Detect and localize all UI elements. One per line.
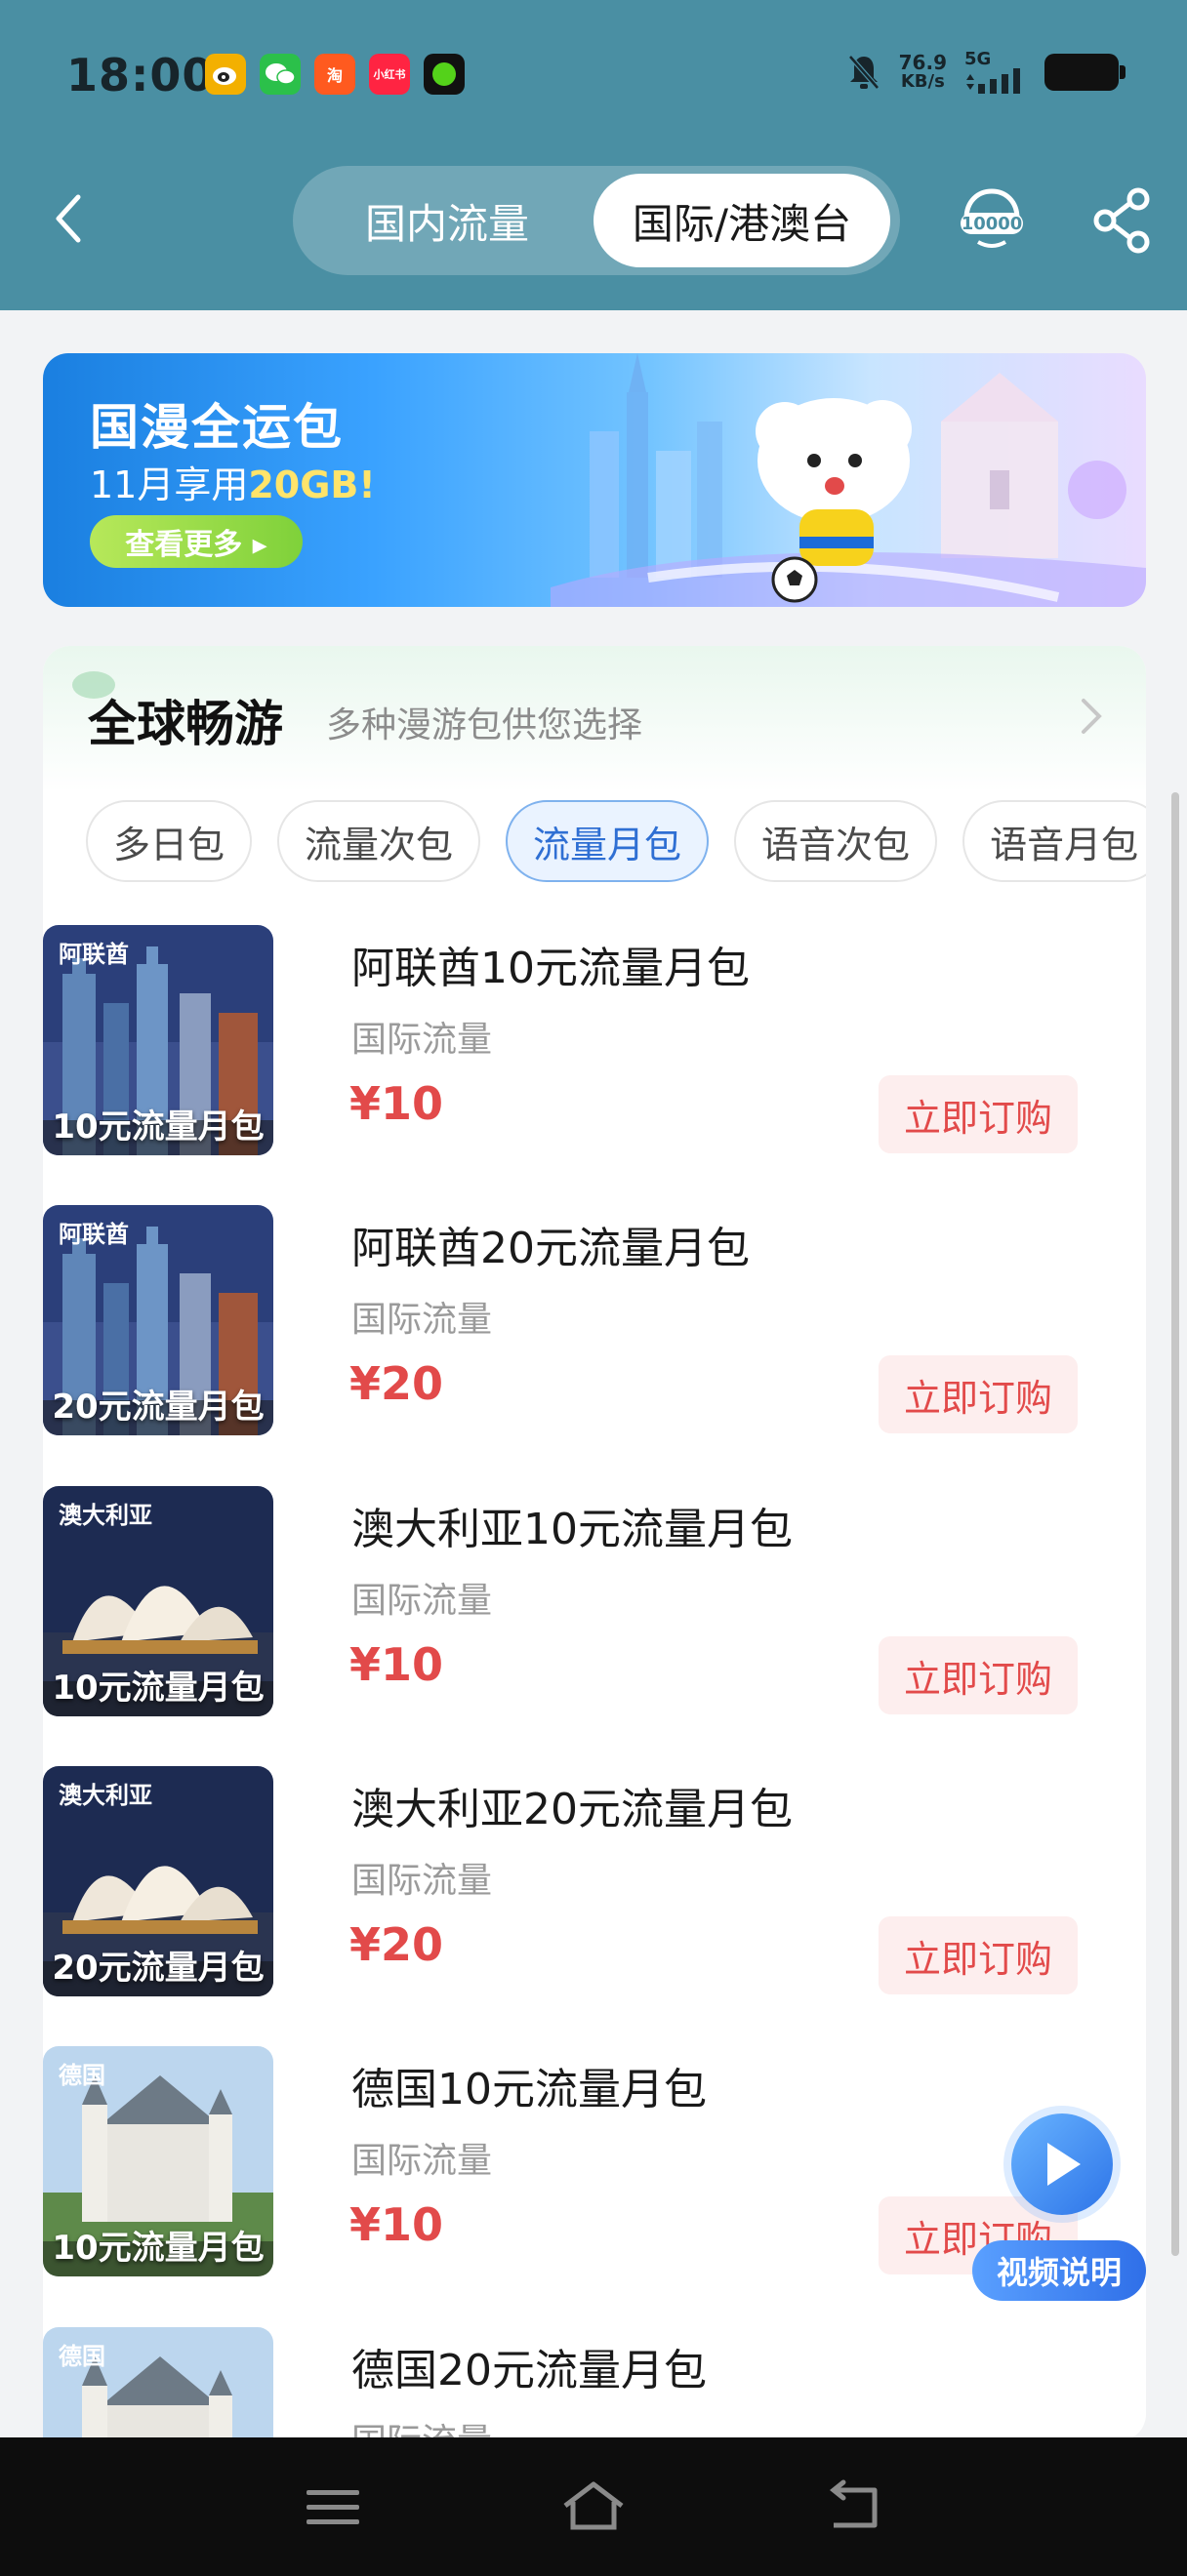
product-type: 国际流量: [351, 1861, 493, 1901]
top-header: 18:00 淘 小红书 76.9 KB/s 5G 国内流量 国际/港澳台 100…: [0, 0, 1187, 310]
svg-text:10000: 10000: [962, 214, 1023, 234]
product-title: 澳大利亚20元流量月包: [351, 1785, 793, 1834]
product-thumbnail-uae: 阿联酋 10元流量月包: [43, 925, 273, 1155]
product-item-australia-10[interactable]: 澳大利亚 10元流量月包 澳大利亚10元流量月包 国际流量 ¥10 立即订购: [43, 1486, 1078, 1718]
product-title: 澳大利亚10元流量月包: [351, 1505, 793, 1554]
tab-international[interactable]: 国际/港澳台: [594, 174, 890, 267]
product-thumbnail-australia: 澳大利亚 10元流量月包: [43, 1486, 273, 1716]
buy-now-button[interactable]: 立即订购: [879, 1355, 1078, 1433]
wechat-icon: [260, 54, 301, 95]
mute-icon: [847, 55, 880, 90]
notification-app-icons: 淘 小红书: [205, 54, 465, 95]
chevron-right-icon: [1082, 699, 1102, 734]
product-title: 阿联酋20元流量月包: [351, 1224, 750, 1273]
product-thumbnail-germany: 德国: [43, 2327, 273, 2437]
product-item-germany-10[interactable]: 德国 10元流量月包 德国10元流量月包 国际流量 ¥10 立即订购: [43, 2046, 1078, 2278]
green-app-icon: [424, 54, 465, 95]
product-price: ¥10: [349, 2198, 444, 2251]
home-button[interactable]: [559, 2476, 628, 2537]
tab-domestic[interactable]: 国内流量: [310, 174, 584, 267]
home-icon: [563, 2481, 624, 2530]
section-title: 全球畅游: [88, 696, 283, 752]
product-item-germany-20[interactable]: 德国 德国20元流量月包 国际流量: [43, 2327, 1078, 2437]
product-thumbnail-uae: 阿联酋 20元流量月包: [43, 1205, 273, 1435]
card-header[interactable]: 全球畅游 多种漫游包供您选择: [43, 646, 1146, 792]
status-bar: 18:00 淘 小红书 76.9 KB/s 5G: [0, 0, 1187, 146]
menu-button[interactable]: [299, 2476, 367, 2537]
product-title: 德国20元流量月包: [351, 2346, 707, 2395]
product-price: ¥20: [349, 1357, 444, 1410]
chip-data-monthly[interactable]: 流量月包: [506, 800, 710, 882]
product-thumbnail-germany: 德国 10元流量月包: [43, 2046, 273, 2276]
chip-voice-per-use[interactable]: 语音次包: [734, 800, 938, 882]
scrollbar[interactable]: [1171, 792, 1179, 2256]
product-type: 国际流量: [351, 1581, 493, 1621]
product-price: ¥10: [349, 1077, 444, 1130]
battery-icon: [1044, 54, 1126, 91]
status-indicators: 76.9 KB/s 5G: [846, 51, 1126, 94]
product-price: ¥10: [349, 1638, 444, 1691]
product-item-uae-20[interactable]: 阿联酋 20元流量月包 阿联酋20元流量月包 国际流量 ¥20 立即订购: [43, 1205, 1078, 1437]
system-nav-bar: [0, 2437, 1187, 2576]
back-icon: [829, 2479, 878, 2528]
share-button[interactable]: [1091, 187, 1154, 254]
chip-multi-day[interactable]: 多日包: [86, 800, 253, 882]
chip-data-per-use[interactable]: 流量次包: [277, 800, 481, 882]
product-item-australia-20[interactable]: 澳大利亚 20元流量月包 澳大利亚20元流量月包 国际流量 ¥20 立即订购: [43, 1766, 1078, 1998]
region-tab-switcher: 国内流量 国际/港澳台: [293, 166, 900, 275]
signal-icon: 5G: [964, 51, 1027, 94]
net-speed: 76.9 KB/s: [898, 51, 947, 92]
product-thumbnail-australia: 澳大利亚 20元流量月包: [43, 1766, 273, 1996]
chip-voice-monthly[interactable]: 语音月包: [962, 800, 1146, 882]
banner-title: 国漫全运包: [90, 399, 344, 456]
buy-now-button[interactable]: 立即订购: [879, 1075, 1078, 1153]
customer-service-button[interactable]: 10000: [957, 185, 1027, 256]
xiaohongshu-icon: 小红书: [369, 54, 410, 95]
video-guide-float-button[interactable]: 视频说明: [972, 2113, 1148, 2305]
banner-mascot-city-illustration: [551, 353, 1146, 607]
buy-now-button[interactable]: 立即订购: [879, 1636, 1078, 1714]
buy-now-button[interactable]: 立即订购: [879, 1916, 1078, 1994]
video-guide-label: 视频说明: [972, 2240, 1146, 2301]
back-nav-button[interactable]: [820, 2476, 888, 2537]
product-item-uae-10[interactable]: 阿联酋 10元流量月包 阿联酋10元流量月包 国际流量 ¥10 立即订购: [43, 925, 1078, 1157]
taobao-icon: 淘: [314, 54, 355, 95]
menu-icon: [307, 2490, 359, 2524]
section-subtitle: 多种漫游包供您选择: [326, 705, 643, 745]
product-price: ¥20: [349, 1918, 444, 1971]
product-type: 国际流量: [351, 2413, 492, 2437]
product-type: 国际流量: [351, 2141, 493, 2181]
headset-10000-icon: 10000: [961, 188, 1023, 248]
promo-banner[interactable]: 国漫全运包 11月享用20GB! 查看更多 ▸: [43, 353, 1146, 607]
banner-subtitle: 11月享用20GB!: [90, 463, 376, 506]
status-time: 18:00: [66, 49, 215, 101]
weibo-icon: [205, 54, 246, 95]
play-icon: [1011, 2113, 1113, 2215]
product-type: 国际流量: [351, 1020, 493, 1060]
banner-more-button[interactable]: 查看更多 ▸: [90, 515, 303, 568]
share-icon: [1093, 187, 1150, 254]
package-type-chips: 多日包 流量次包 流量月包 语音次包 语音月包: [86, 800, 1146, 888]
product-type: 国际流量: [351, 1300, 493, 1340]
product-title: 德国10元流量月包: [351, 2065, 707, 2114]
product-title: 阿联酋10元流量月包: [351, 944, 750, 993]
chevron-left-icon: [56, 194, 81, 243]
back-button[interactable]: [41, 187, 96, 250]
